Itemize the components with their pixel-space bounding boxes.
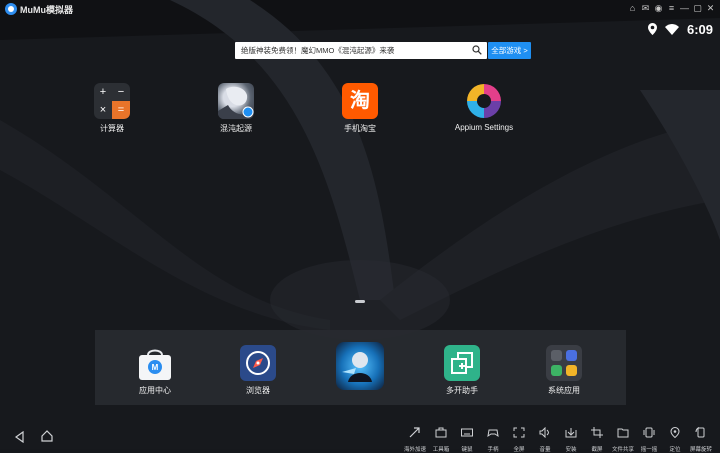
svg-text:M: M xyxy=(152,363,159,372)
wifi-icon xyxy=(664,23,679,35)
mumu-logo-icon xyxy=(5,3,17,15)
app-appium-settings[interactable]: Appium Settings xyxy=(449,83,519,132)
gift-icon[interactable]: ⌂ xyxy=(627,2,638,15)
crop-icon xyxy=(591,427,603,438)
tool-label: 截屏 xyxy=(591,447,603,453)
game-chaos-origin-icon xyxy=(218,83,254,119)
window-title: MuMu模拟器 xyxy=(20,5,73,15)
app-label: 计算器 xyxy=(100,124,124,133)
shake-icon xyxy=(643,427,655,438)
clock: 6:09 xyxy=(686,21,713,37)
tool-label: 手柄 xyxy=(487,447,499,453)
app-label: 混沌起源 xyxy=(220,124,252,133)
page-indicator xyxy=(355,300,365,303)
taobao-icon: 淘 xyxy=(342,83,378,119)
app-label: 浏览器 xyxy=(246,386,270,395)
search-bar[interactable]: 绝版神装免费领！魔幻MMO《混沌起源》来袭 xyxy=(235,42,487,59)
browser-compass-icon xyxy=(240,345,276,381)
multi-instance-icon xyxy=(444,345,480,381)
all-games-button[interactable]: 全部游戏 > xyxy=(488,42,531,59)
close-icon[interactable]: ✕ xyxy=(705,2,716,15)
install-apk-icon xyxy=(565,428,577,438)
skin-icon[interactable]: ◉ xyxy=(653,2,664,15)
app-calculator[interactable]: + − × = 计算器 xyxy=(77,83,147,134)
mail-icon[interactable]: ✉ xyxy=(640,2,651,15)
tool-label: 文件共享 xyxy=(611,447,634,453)
back-icon[interactable] xyxy=(14,431,26,443)
tool-label: 定位 xyxy=(669,447,681,453)
app-taobao[interactable]: 淘 手机淘宝 xyxy=(325,83,395,134)
rotate-icon xyxy=(695,427,705,438)
tool-label: 安装 xyxy=(565,447,577,453)
app-label: 系统应用 xyxy=(548,386,580,395)
search-input[interactable]: 绝版神装免费领！魔幻MMO《混沌起源》来袭 xyxy=(241,45,394,56)
app-center-icon: M xyxy=(137,345,173,381)
system-apps-folder-icon xyxy=(546,345,582,381)
dock-multi-instance[interactable]: 多开助手 xyxy=(427,345,497,396)
location-pin-icon xyxy=(647,23,657,35)
location-icon xyxy=(670,426,680,439)
accelerate-icon xyxy=(409,427,420,438)
gamepad-icon xyxy=(487,429,499,438)
volume-icon xyxy=(539,426,549,439)
app-label: 手机淘宝 xyxy=(344,124,376,133)
home-icon[interactable] xyxy=(41,430,53,442)
android-status-bar: 6:09 xyxy=(647,21,713,37)
minimize-icon[interactable]: — xyxy=(679,2,690,15)
dock-system-apps[interactable]: 系统应用 xyxy=(529,345,599,396)
maximize-icon[interactable]: ▢ xyxy=(692,2,703,15)
app-label: 多开助手 xyxy=(446,386,478,395)
dock-featured-game[interactable] xyxy=(325,342,395,390)
keyboard-icon xyxy=(461,428,473,437)
menu-icon[interactable]: ≡ xyxy=(666,2,677,15)
dock-app-center[interactable]: M 应用中心 xyxy=(120,345,190,396)
calculator-icon: + − × = xyxy=(94,83,130,119)
tool-label: 音量 xyxy=(539,447,551,453)
fullscreen-icon xyxy=(513,427,525,438)
tool-label: 屏幕旋转 xyxy=(689,447,712,453)
appium-icon xyxy=(466,83,502,119)
dock-browser[interactable]: 浏览器 xyxy=(223,345,293,396)
title-bar: MuMu模拟器 ⌂ ✉ ◉ ≡ — ▢ ✕ xyxy=(0,0,720,18)
toolbox-icon xyxy=(435,427,447,438)
tool-label: 海外加速 xyxy=(403,447,426,453)
search-icon[interactable] xyxy=(472,45,482,55)
app-chaos-origin[interactable]: 混沌起源 xyxy=(201,83,271,134)
app-label: Appium Settings xyxy=(454,123,514,132)
app-label: 应用中心 xyxy=(139,386,171,395)
tool-label: 工具箱 xyxy=(432,447,450,453)
game-character-icon xyxy=(336,342,384,390)
tool-label: 全屏 xyxy=(513,447,525,453)
tool-label: 键鼠 xyxy=(461,447,473,453)
folder-icon xyxy=(617,428,629,438)
window-controls: ⌂ ✉ ◉ ≡ — ▢ ✕ xyxy=(627,2,716,16)
tool-label: 摇一摇 xyxy=(640,447,658,453)
